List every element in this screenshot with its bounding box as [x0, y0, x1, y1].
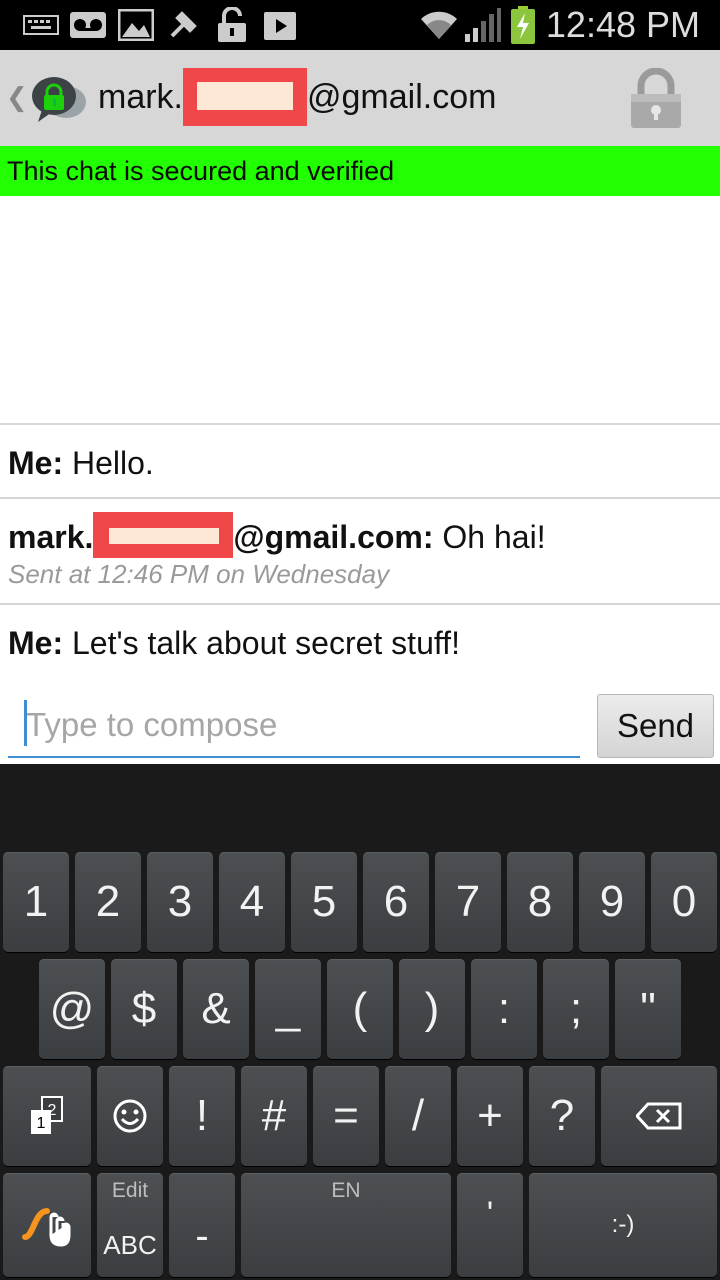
emoji-key[interactable]	[97, 1066, 163, 1166]
swype-key[interactable]	[3, 1173, 91, 1277]
message-line: Me: Let's talk about secret stuff!	[8, 625, 460, 662]
wifi-icon	[418, 8, 460, 42]
status-bar: 12:48 PM	[0, 0, 720, 50]
key-slash[interactable]: /	[385, 1066, 451, 1166]
lock-icon[interactable]	[628, 67, 684, 130]
action-bar: ❮ mark. @gmail.com	[0, 50, 720, 146]
sender-name: Me:	[8, 445, 64, 481]
symbol-page-key[interactable]: 21	[3, 1066, 91, 1166]
language-label: EN	[331, 1179, 361, 1202]
smiley-icon	[113, 1099, 147, 1133]
message-text: Hello.	[72, 445, 154, 481]
swype-icon	[22, 1208, 71, 1247]
secure-chat-icon[interactable]	[28, 72, 88, 128]
keyboard-icon	[22, 8, 60, 42]
banner-text: This chat is secured and verified	[7, 156, 395, 186]
key-7[interactable]: 7	[435, 852, 501, 952]
voicemail-icon	[68, 8, 108, 42]
key-2[interactable]: 2	[75, 852, 141, 952]
send-button[interactable]: Send	[597, 694, 714, 758]
smiley-text-key[interactable]: :-)	[529, 1173, 717, 1277]
page-switch-icon: 21	[31, 1096, 63, 1134]
key-dollar[interactable]: $	[111, 959, 177, 1059]
compose-input[interactable]	[24, 700, 568, 750]
title-prefix: mark.	[98, 78, 183, 116]
key-1[interactable]: 1	[3, 852, 69, 952]
message-timestamp: Sent at 12:46 PM on Wednesday	[8, 559, 390, 589]
key-apostrophe[interactable]: '	[457, 1173, 523, 1277]
key-underscore[interactable]: _	[255, 959, 321, 1059]
dash-label: -	[195, 1214, 209, 1258]
key-colon[interactable]: :	[471, 959, 537, 1059]
abc-label: ABC	[103, 1230, 157, 1260]
tools-icon	[166, 8, 200, 42]
edit-label: Edit	[111, 1179, 149, 1202]
space-key[interactable]: EN	[241, 1173, 451, 1277]
chat-title: mark. @gmail.com	[98, 68, 497, 127]
redaction-box	[183, 68, 307, 127]
key-close-paren[interactable]: )	[399, 959, 465, 1059]
key-8[interactable]: 8	[507, 852, 573, 952]
key-0[interactable]: 0	[651, 852, 717, 952]
apostrophe-label: '	[486, 1195, 494, 1233]
signal-icon	[462, 8, 502, 42]
key-3[interactable]: 3	[147, 852, 213, 952]
list-item[interactable]: Me: Let's talk about secret stuff!	[0, 603, 720, 685]
key-open-paren[interactable]: (	[327, 959, 393, 1059]
key-5[interactable]: 5	[291, 852, 357, 952]
key-ampersand[interactable]: &	[183, 959, 249, 1059]
text-cursor	[24, 700, 27, 746]
message-line: Me: Hello.	[8, 445, 154, 482]
key-4[interactable]: 4	[219, 852, 285, 952]
verified-banner: This chat is secured and verified	[0, 146, 720, 196]
sender-suffix: @gmail.com:	[233, 519, 434, 555]
key-equals[interactable]: =	[313, 1066, 379, 1166]
backspace-key[interactable]	[601, 1066, 717, 1166]
sender-name: mark. @gmail.com:	[8, 511, 434, 558]
message-line: mark. @gmail.com: Oh hai!	[8, 511, 546, 558]
abc-key[interactable]: Edit ABC	[97, 1173, 163, 1277]
message-text: Oh hai!	[442, 519, 546, 555]
compose-field[interactable]	[8, 696, 580, 758]
sender-prefix: mark.	[8, 519, 94, 555]
backspace-icon	[636, 1102, 682, 1130]
battery-charging-icon	[508, 6, 538, 44]
back-chevron-icon[interactable]: ❮	[6, 82, 28, 113]
redaction-box	[93, 511, 234, 558]
title-suffix: @gmail.com	[307, 78, 497, 116]
key-hash[interactable]: #	[241, 1066, 307, 1166]
message-text: Let's talk about secret stuff!	[72, 625, 460, 661]
list-item[interactable]: mark. @gmail.com: Oh hai! Sent at 12:46 P…	[0, 497, 720, 605]
key-quote[interactable]: "	[615, 959, 681, 1059]
key-dash[interactable]: -	[169, 1173, 235, 1277]
key-at[interactable]: @	[39, 959, 105, 1059]
play-store-icon	[262, 8, 298, 42]
key-9[interactable]: 9	[579, 852, 645, 952]
svg-text:1: 1	[37, 1115, 46, 1132]
key-plus[interactable]: +	[457, 1066, 523, 1166]
image-icon	[116, 8, 156, 42]
unlock-icon	[214, 7, 250, 42]
key-question[interactable]: ?	[529, 1066, 595, 1166]
key-exclamation[interactable]: !	[169, 1066, 235, 1166]
list-item[interactable]: Me: Hello.	[0, 423, 720, 499]
clock: 12:48 PM	[545, 4, 700, 45]
key-6[interactable]: 6	[363, 852, 429, 952]
keyboard: 1 2 3 4 5 6 7 8 9 0 @ $ & _ ( ) : ; " 21…	[0, 764, 720, 1280]
sender-name: Me:	[8, 625, 64, 661]
key-semicolon[interactable]: ;	[543, 959, 609, 1059]
